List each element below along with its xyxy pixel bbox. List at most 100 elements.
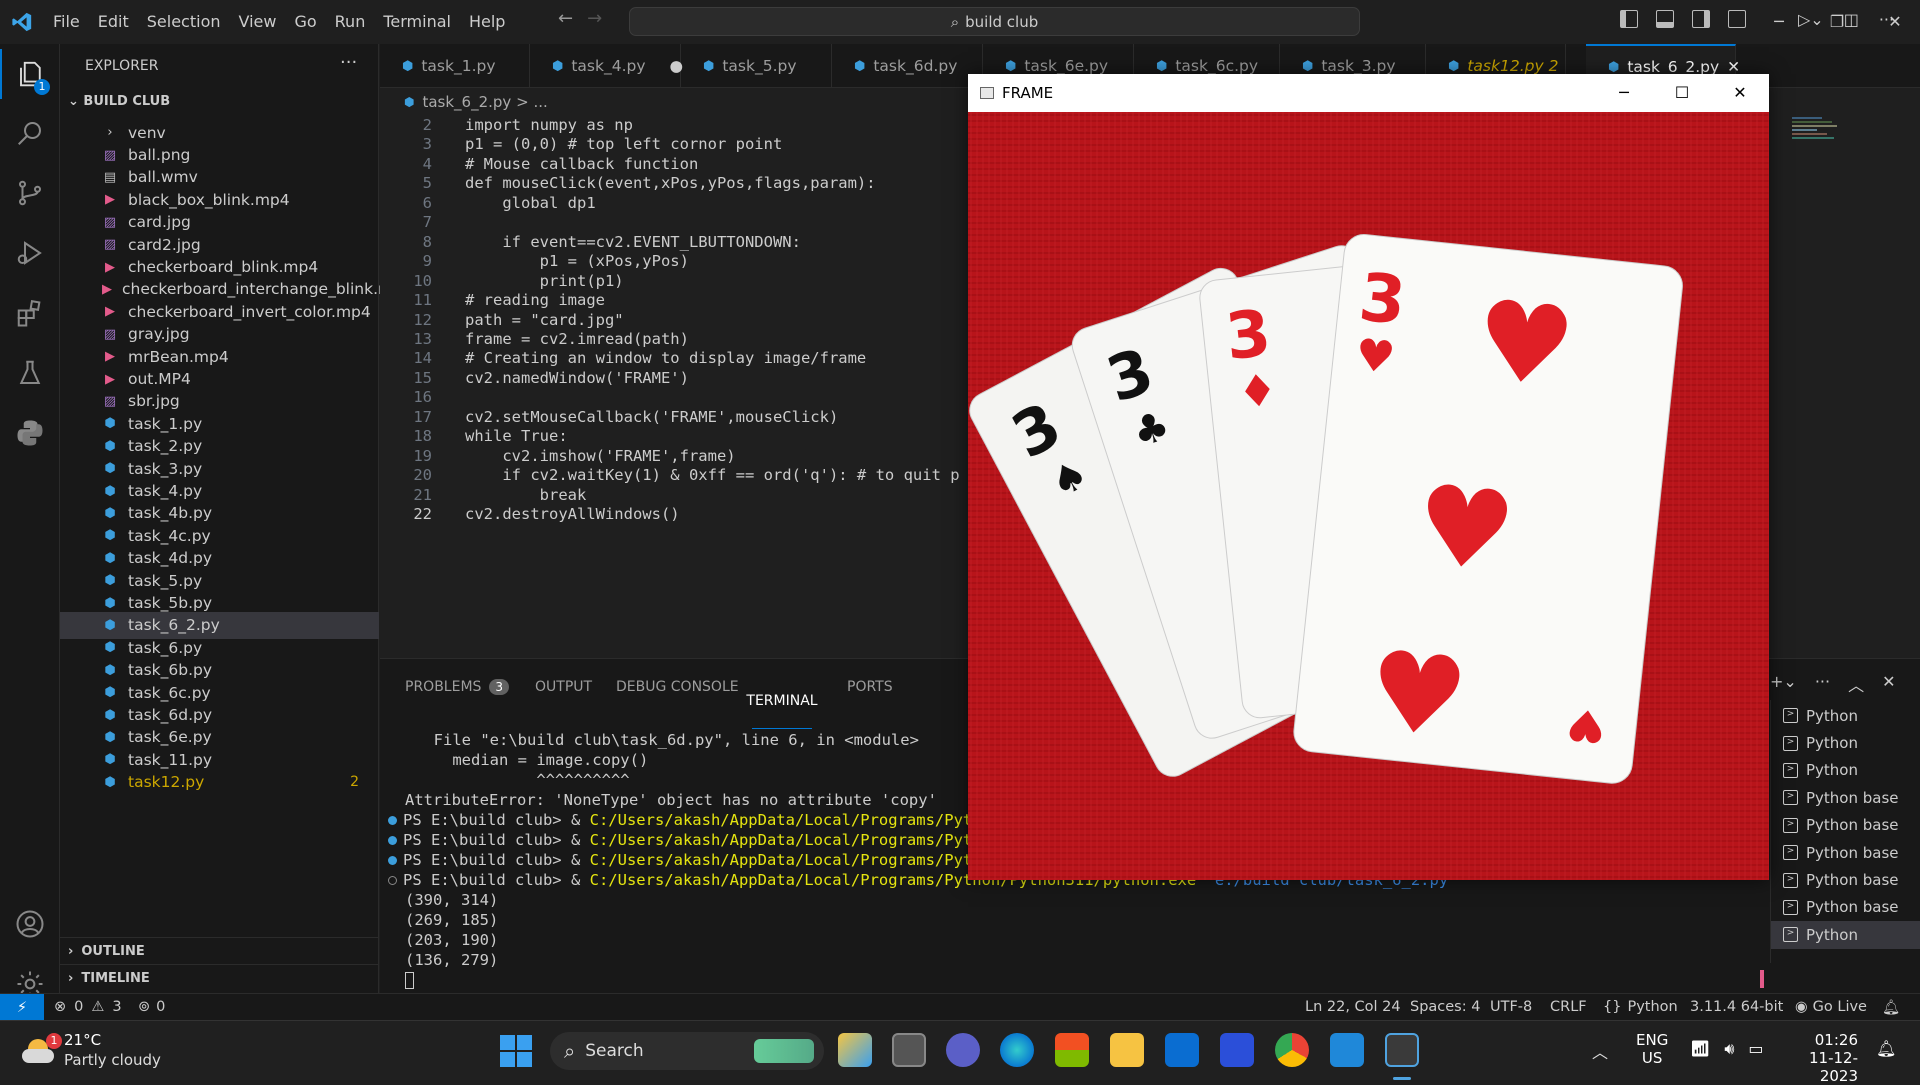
terminal-instance[interactable]: > Python base — [1771, 812, 1920, 839]
terminal-instance[interactable]: > Python base — [1771, 784, 1920, 811]
tab-task-1[interactable]: ⬢ task_1.py — [380, 44, 530, 88]
code-line[interactable]: cv2.destroyAllWindows() — [465, 505, 680, 523]
problems-status[interactable]: ⊗ 0 ⚠ 3 — [54, 999, 122, 1015]
code-line[interactable]: def mouseClick(event,xPos,yPos,flags,par… — [465, 174, 876, 192]
more-actions-icon[interactable]: ··· — [340, 52, 357, 73]
frame-minimize-icon[interactable]: ─ — [1595, 74, 1653, 112]
taskbar-search[interactable]: ⌕ Search — [550, 1032, 824, 1070]
code-line[interactable]: import numpy as np — [465, 116, 633, 134]
terminal-instance[interactable]: > Python base — [1771, 894, 1920, 921]
microsoft-store-icon[interactable] — [1055, 1033, 1089, 1067]
code-line[interactable]: # Mouse callback function — [465, 155, 698, 173]
teams-chat-icon[interactable] — [946, 1033, 980, 1067]
frame-maximize-icon[interactable]: ☐ — [1653, 74, 1711, 112]
terminal-instance[interactable]: > Python base — [1771, 866, 1920, 893]
cursor-position[interactable]: Ln 22, Col 24 — [1305, 999, 1401, 1015]
weather-temp[interactable]: 21°C — [64, 1031, 101, 1049]
menu-terminal[interactable]: Terminal — [374, 0, 460, 44]
menu-selection[interactable]: Selection — [138, 0, 230, 44]
code-line[interactable]: p1 = (xPos,yPos) — [465, 252, 689, 270]
chrome-icon[interactable] — [1275, 1033, 1309, 1067]
code-line[interactable]: if cv2.waitKey(1) & 0xff == ord('q'): # … — [465, 466, 959, 484]
system-tray[interactable]: 📶︎ 🔊︎ ▭ — [1690, 1039, 1764, 1059]
run-file-icon[interactable]: ▷⌄ — [1798, 10, 1824, 29]
code-line[interactable]: print(p1) — [465, 272, 624, 290]
new-terminal-icon[interactable]: +⌄ — [1770, 672, 1797, 696]
outline-section[interactable]: › OUTLINE — [60, 937, 379, 964]
opencv-frame-window[interactable]: FRAME ─ ☐ ✕ 3 ♠ 3 ♣ 3 ♦ 3 ♥ ♥ ♥ ♥ ♥ — [968, 74, 1769, 880]
extensions-icon[interactable] — [0, 288, 60, 338]
breadcrumb-symbol[interactable]: ... — [533, 93, 547, 111]
source-control-icon[interactable] — [0, 168, 60, 218]
language-mode[interactable]: {} Python — [1603, 999, 1678, 1015]
code-line[interactable]: p1 = (0,0) # top left cornor point — [465, 135, 782, 153]
clock[interactable]: 01:26 11-12-2023 — [1786, 1031, 1858, 1085]
run-debug-icon[interactable] — [0, 228, 60, 278]
breadcrumb-file[interactable]: task_6_2.py — [422, 93, 511, 111]
notifications-bell-icon[interactable]: 🔔︎ — [1882, 999, 1900, 1016]
tab-output[interactable]: OUTPUT — [535, 679, 592, 695]
command-center[interactable]: ⌕ build club — [629, 7, 1360, 36]
terminal-instance[interactable]: > Python — [1771, 702, 1920, 729]
menu-view[interactable]: View — [230, 0, 286, 44]
split-editor-icon[interactable]: ◫ — [1844, 10, 1859, 29]
frame-close-icon[interactable]: ✕ — [1711, 74, 1769, 112]
python-icon[interactable] — [0, 408, 60, 458]
more-actions-icon[interactable]: ··· — [1815, 672, 1830, 696]
terminal-instance[interactable]: > Python — [1771, 757, 1920, 784]
tab-task-6d[interactable]: ⬢ task_6d.py — [832, 44, 983, 88]
start-windows-icon[interactable] — [500, 1035, 532, 1067]
indentation[interactable]: Spaces: 4 — [1410, 999, 1480, 1015]
code-line[interactable]: while True: — [465, 427, 568, 445]
tab-debug-console[interactable]: DEBUG CONSOLE — [616, 679, 739, 695]
accounts-icon[interactable] — [0, 899, 60, 949]
weather-icon[interactable]: 1 — [22, 1033, 62, 1065]
folder-header[interactable]: ⌄ BUILD CLUB — [68, 94, 170, 109]
maximize-panel-icon[interactable]: ︿ — [1848, 672, 1864, 696]
menu-edit[interactable]: Edit — [89, 0, 138, 44]
ports-status[interactable]: ⊚ 0 — [138, 999, 165, 1015]
code-line[interactable]: # Creating an window to display image/fr… — [465, 349, 866, 367]
input-language[interactable]: ENG US — [1636, 1031, 1668, 1067]
toggle-sidebar-icon[interactable] — [1620, 10, 1638, 28]
back-arrow-icon[interactable]: ← — [558, 8, 573, 29]
task-view-icon[interactable] — [892, 1033, 926, 1067]
widgets-app-icon[interactable] — [838, 1033, 872, 1067]
timeline-section[interactable]: › TIMELINE — [60, 964, 379, 991]
terminal-instance[interactable]: > Python — [1771, 921, 1920, 949]
menu-help[interactable]: Help — [460, 0, 514, 44]
menu-go[interactable]: Go — [285, 0, 325, 44]
terminal-instance[interactable]: > Python — [1771, 729, 1920, 756]
tab-terminal[interactable]: TERMINAL — [746, 679, 818, 729]
search-view-icon[interactable] — [0, 108, 60, 158]
code-line[interactable]: cv2.setMouseCallback('FRAME',mouseClick) — [465, 408, 838, 426]
cards-image[interactable]: 3 ♠ 3 ♣ 3 ♦ 3 ♥ ♥ ♥ ♥ ♥ — [968, 112, 1769, 880]
toggle-panel-icon[interactable] — [1656, 10, 1674, 28]
file-explorer-icon[interactable] — [1110, 1033, 1144, 1067]
code-line[interactable]: if event==cv2.EVENT_LBUTTONDOWN: — [465, 233, 801, 251]
code-line[interactable]: break — [465, 486, 587, 504]
notification-bell-icon[interactable]: 🔔︎ — [1876, 1039, 1896, 1058]
explorer-icon[interactable]: 1 — [0, 49, 60, 99]
customize-layout-icon[interactable] — [1728, 10, 1746, 28]
code-line[interactable]: # reading image — [465, 291, 605, 309]
terminal-instance[interactable]: > Python base — [1771, 839, 1920, 866]
tab-task-4[interactable]: ⬢ task_4.py ● — [530, 44, 683, 88]
code-line[interactable]: frame = cv2.imread(path) — [465, 330, 689, 348]
code-line[interactable]: path = "card.jpg" — [465, 311, 624, 329]
python-interpreter[interactable]: 3.11.4 64-bit — [1690, 999, 1783, 1015]
minimap[interactable] — [1792, 115, 1852, 155]
python-window-icon[interactable] — [1385, 1033, 1419, 1067]
tab-problems[interactable]: PROBLEMS 3 — [405, 679, 510, 695]
menu-file[interactable]: File — [44, 0, 89, 44]
testing-icon[interactable] — [0, 348, 60, 398]
encoding[interactable]: UTF-8 — [1490, 999, 1532, 1015]
go-live-button[interactable]: ◉ Go Live — [1795, 999, 1867, 1015]
close-panel-icon[interactable]: ✕ — [1882, 672, 1895, 696]
tab-task-5[interactable]: ⬢ task_5.py — [681, 44, 832, 88]
menu-run[interactable]: Run — [326, 0, 375, 44]
weather-desc[interactable]: Partly cloudy — [64, 1051, 161, 1069]
code-app-icon[interactable] — [1220, 1033, 1254, 1067]
toggle-secondary-sidebar-icon[interactable] — [1692, 10, 1710, 28]
mail-icon[interactable] — [1165, 1033, 1199, 1067]
